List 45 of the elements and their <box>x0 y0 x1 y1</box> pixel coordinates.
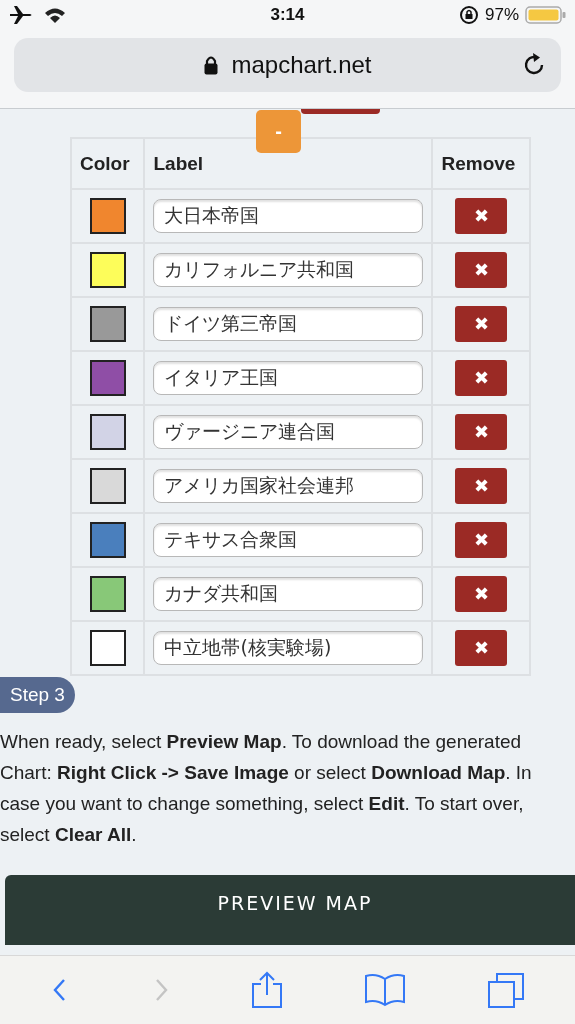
address-bar[interactable]: mapchart.net <box>14 38 561 92</box>
color-swatch[interactable] <box>89 198 126 234</box>
remove-button[interactable]: ✖ <box>455 252 508 288</box>
battery-percent: 97% <box>484 5 519 25</box>
wifi-icon <box>44 7 66 23</box>
rotation-lock-icon <box>458 5 479 25</box>
label-input[interactable]: アメリカ国家社会連邦 <box>153 469 424 503</box>
remove-button[interactable]: ✖ <box>455 360 508 396</box>
color-swatch[interactable] <box>89 468 126 504</box>
label-input[interactable]: テキサス合衆国 <box>153 523 424 557</box>
remove-button[interactable]: ✖ <box>455 576 508 612</box>
book-icon[interactable] <box>364 972 407 1008</box>
remove-button[interactable]: ✖ <box>455 522 508 558</box>
clock-time: 3:14 <box>270 5 305 25</box>
remove-button[interactable]: ✖ <box>455 414 508 450</box>
color-swatch[interactable] <box>89 522 126 558</box>
column-header: Remove <box>432 138 530 189</box>
battery-icon <box>525 5 567 25</box>
share-icon[interactable] <box>251 971 284 1009</box>
label-input[interactable]: ドイツ第三帝国 <box>153 307 424 341</box>
lock-icon <box>203 55 220 75</box>
column-header: Label <box>144 138 433 189</box>
color-swatch[interactable] <box>89 414 126 450</box>
preview-map-button[interactable]: PREVIEW MAP <box>5 875 575 945</box>
column-header: Color <box>71 138 145 189</box>
color-swatch[interactable] <box>89 306 126 342</box>
airplane-icon <box>8 5 34 25</box>
step-badge: Step 3 <box>0 677 75 713</box>
color-swatch[interactable] <box>89 630 126 666</box>
label-input[interactable]: ヴァージニア連合国 <box>153 415 424 449</box>
label-input[interactable]: カナダ共和国 <box>153 577 424 611</box>
instructions-text: When ready, select Preview Map. To download the generated Chart: Right Click -> Save Image or select Download Map. In case you want to change something, select Edit. To start over, select Clear All. <box>0 730 533 847</box>
label-input[interactable]: 中立地帯(核実験場) <box>153 631 424 665</box>
color-swatch[interactable] <box>89 576 126 612</box>
label-input[interactable]: カリフォルニア共和国 <box>153 253 424 287</box>
remove-button[interactable]: ✖ <box>455 306 508 342</box>
label-input[interactable]: 大日本帝国 <box>153 199 424 233</box>
url-text: mapchart.net <box>231 51 372 79</box>
color-swatch[interactable] <box>89 360 126 396</box>
remove-button[interactable]: ✖ <box>455 198 508 234</box>
tabs-icon[interactable] <box>486 971 525 1009</box>
color-swatch[interactable] <box>89 252 126 288</box>
remove-button[interactable]: ✖ <box>455 468 508 504</box>
remove-button[interactable]: ✖ <box>455 630 508 666</box>
label-input[interactable]: イタリア王国 <box>153 361 424 395</box>
